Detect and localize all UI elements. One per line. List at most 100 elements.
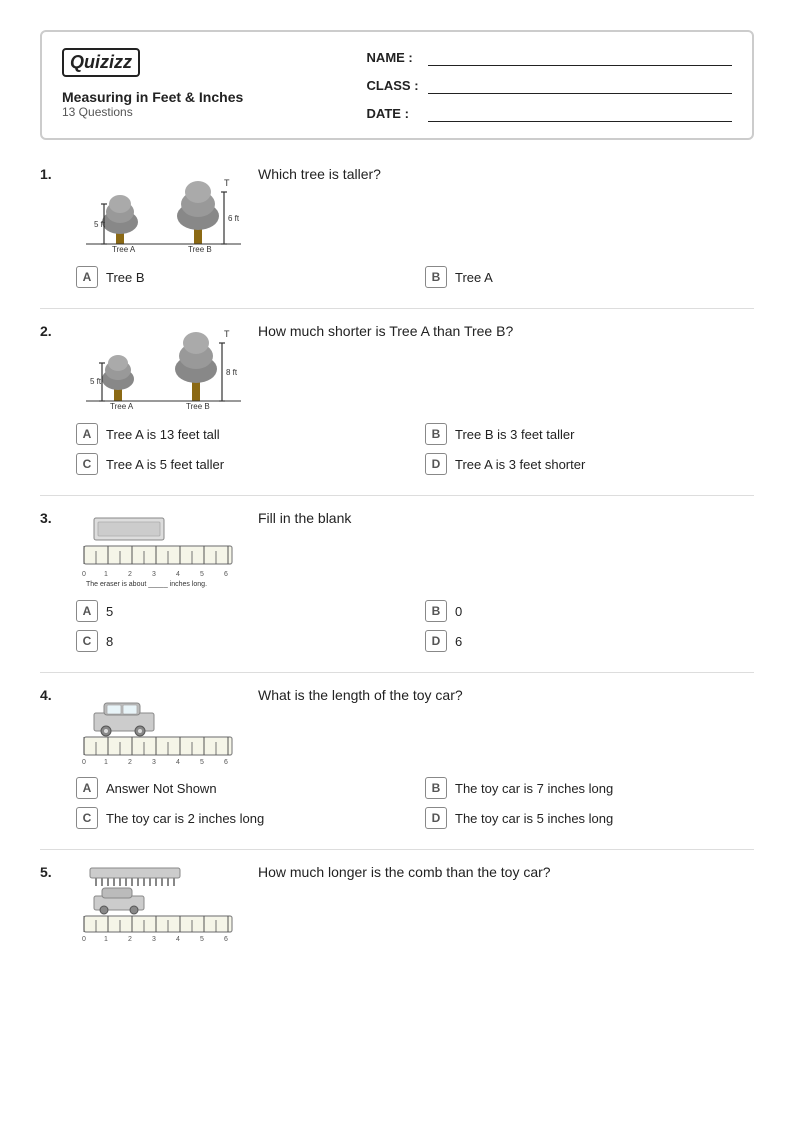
svg-text:2: 2 — [128, 759, 132, 765]
option-text-2b: Tree B is 3 feet taller — [455, 427, 574, 442]
option-letter-3d: D — [425, 630, 447, 652]
svg-text:5: 5 — [200, 936, 204, 942]
quiz-title: Measuring in Feet & Inches — [62, 89, 367, 105]
option-text-2a: Tree A is 13 feet tall — [106, 427, 220, 442]
question-5-header: 5. — [40, 862, 754, 942]
option-2b[interactable]: B Tree B is 3 feet taller — [425, 423, 754, 445]
option-text-3c: 8 — [106, 634, 113, 649]
svg-text:Tree B: Tree B — [188, 245, 212, 254]
option-text-4b: The toy car is 7 inches long — [455, 781, 613, 796]
option-letter-2c: C — [76, 453, 98, 475]
question-2-text: How much shorter is Tree A than Tree B? — [258, 321, 754, 339]
svg-text:1: 1 — [104, 759, 108, 765]
question-2: 2. 5 ft Tree A — [40, 321, 754, 475]
logo: Quizizz — [62, 48, 367, 77]
question-4-header: 4. — [40, 685, 754, 765]
svg-text:3: 3 — [152, 759, 156, 765]
svg-text:4: 4 — [176, 759, 180, 765]
question-4-number: 4. — [40, 685, 64, 703]
svg-text:5: 5 — [200, 759, 204, 765]
class-label: CLASS : — [367, 78, 422, 93]
svg-text:8 ft: 8 ft — [226, 368, 238, 377]
header-left: Quizizz Measuring in Feet & Inches 13 Qu… — [62, 48, 367, 119]
header: Quizizz Measuring in Feet & Inches 13 Qu… — [40, 30, 754, 140]
option-text-4c: The toy car is 2 inches long — [106, 811, 264, 826]
option-letter-2b: B — [425, 423, 447, 445]
question-2-number: 2. — [40, 321, 64, 339]
question-4: 4. — [40, 685, 754, 829]
question-4-image: 0 1 2 3 4 5 6 — [76, 685, 246, 765]
page: Quizizz Measuring in Feet & Inches 13 Qu… — [0, 0, 794, 1123]
option-1a[interactable]: A Tree B — [76, 266, 405, 288]
question-2-header: 2. 5 ft Tree A — [40, 321, 754, 411]
option-4a[interactable]: A Answer Not Shown — [76, 777, 405, 799]
svg-text:2: 2 — [128, 571, 132, 578]
svg-text:2: 2 — [128, 936, 132, 942]
header-right: NAME : CLASS : DATE : — [367, 48, 732, 122]
question-5-text: How much longer is the comb than the toy… — [258, 862, 754, 880]
question-5-image: 0 1 2 3 4 5 6 — [76, 862, 246, 942]
option-letter-3a: A — [76, 600, 98, 622]
name-label: NAME : — [367, 50, 422, 65]
question-3-options: A 5 B 0 C 8 D 6 — [76, 600, 754, 652]
quiz-subtitle: 13 Questions — [62, 105, 367, 119]
option-3d[interactable]: D 6 — [425, 630, 754, 652]
svg-text:6: 6 — [224, 936, 228, 942]
option-text-1a: Tree B — [106, 270, 145, 285]
svg-text:6: 6 — [224, 571, 228, 578]
question-3-text: Fill in the blank — [258, 508, 754, 526]
question-1-header: 1. 5 ft Tree A — [40, 164, 754, 254]
question-5: 5. — [40, 862, 754, 942]
date-field-row: DATE : — [367, 104, 732, 122]
question-1: 1. 5 ft Tree A — [40, 164, 754, 288]
svg-text:T: T — [224, 178, 230, 188]
question-1-number: 1. — [40, 164, 64, 182]
svg-text:T: T — [224, 329, 230, 339]
option-2a[interactable]: A Tree A is 13 feet tall — [76, 423, 405, 445]
option-2d[interactable]: D Tree A is 3 feet shorter — [425, 453, 754, 475]
option-text-1b: Tree A — [455, 270, 493, 285]
option-4c[interactable]: C The toy car is 2 inches long — [76, 807, 405, 829]
question-1-image: 5 ft Tree A 6 ft T — [76, 164, 246, 254]
option-text-3d: 6 — [455, 634, 462, 649]
option-text-2d: Tree A is 3 feet shorter — [455, 457, 585, 472]
question-2-options: A Tree A is 13 feet tall B Tree B is 3 f… — [76, 423, 754, 475]
option-4d[interactable]: D The toy car is 5 inches long — [425, 807, 754, 829]
question-3-number: 3. — [40, 508, 64, 526]
option-1b[interactable]: B Tree A — [425, 266, 754, 288]
svg-text:5 ft: 5 ft — [94, 220, 106, 229]
date-label: DATE : — [367, 106, 422, 121]
option-3c[interactable]: C 8 — [76, 630, 405, 652]
name-field-row: NAME : — [367, 48, 732, 66]
question-2-image: 5 ft Tree A 8 ft T Tree B — [76, 321, 246, 411]
date-line — [428, 104, 732, 122]
option-letter-4b: B — [425, 777, 447, 799]
question-3-header: 3. — [40, 508, 754, 588]
option-letter-2d: D — [425, 453, 447, 475]
question-4-options: A Answer Not Shown B The toy car is 7 in… — [76, 777, 754, 829]
question-4-text: What is the length of the toy car? — [258, 685, 754, 703]
svg-text:0: 0 — [82, 936, 86, 942]
option-text-3a: 5 — [106, 604, 113, 619]
svg-text:0: 0 — [82, 759, 86, 765]
option-4b[interactable]: B The toy car is 7 inches long — [425, 777, 754, 799]
question-1-options: A Tree B B Tree A — [76, 266, 754, 288]
option-text-4a: Answer Not Shown — [106, 781, 217, 796]
option-letter-1b: B — [425, 266, 447, 288]
option-3a[interactable]: A 5 — [76, 600, 405, 622]
svg-text:1: 1 — [104, 571, 108, 578]
option-letter-3b: B — [425, 600, 447, 622]
option-text-2c: Tree A is 5 feet taller — [106, 457, 224, 472]
option-letter-4a: A — [76, 777, 98, 799]
question-3-image: 0 1 2 3 4 5 6 The eraser is about _____ … — [76, 508, 246, 588]
option-2c[interactable]: C Tree A is 5 feet taller — [76, 453, 405, 475]
name-line — [428, 48, 732, 66]
svg-text:The eraser is about _____ inch: The eraser is about _____ inches long. — [86, 581, 207, 588]
svg-text:6 ft: 6 ft — [228, 214, 240, 223]
option-letter-4d: D — [425, 807, 447, 829]
option-letter-2a: A — [76, 423, 98, 445]
svg-text:1: 1 — [104, 936, 108, 942]
svg-text:4: 4 — [176, 936, 180, 942]
logo-box: Quizizz — [62, 48, 140, 77]
option-3b[interactable]: B 0 — [425, 600, 754, 622]
